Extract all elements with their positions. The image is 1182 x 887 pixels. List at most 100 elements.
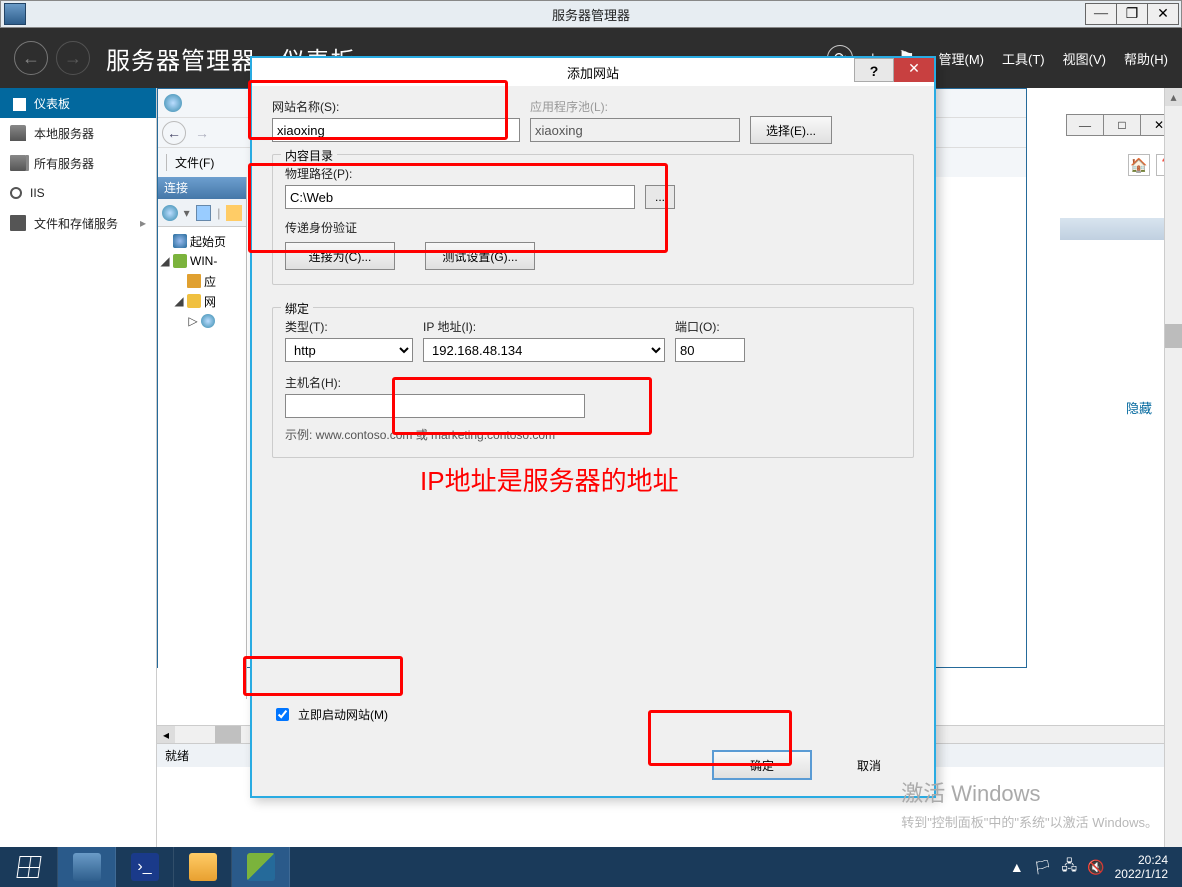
menu-tools[interactable]: 工具(T): [1002, 49, 1045, 68]
sidebar-item-label: 仪表板: [34, 95, 70, 112]
inner-max-button[interactable]: □: [1103, 115, 1140, 135]
sidebar-item-iis[interactable]: IIS: [0, 178, 156, 208]
add-website-dialog: 添加网站 ? ✕ 网站名称(S): 应用程序池(L): 选择(E)..: [250, 56, 936, 798]
connections-tree: 起始页 ◢WIN- 应 ◢网 ▷: [158, 227, 246, 335]
collapse-icon[interactable]: ◢: [160, 254, 170, 268]
taskbar-iis-manager[interactable]: [232, 847, 290, 887]
scrollbar-thumb[interactable]: [1165, 324, 1182, 348]
type-label: 类型(T):: [285, 318, 413, 335]
explorer-icon: [189, 853, 217, 881]
scroll-left-button[interactable]: ◂: [157, 726, 175, 743]
browse-button[interactable]: ...: [645, 185, 675, 209]
inner-min-button[interactable]: —: [1067, 115, 1103, 135]
taskbar-explorer[interactable]: [174, 847, 232, 887]
tray-action-icon[interactable]: 🏳: [1034, 859, 1052, 876]
sidebar-item-file-storage[interactable]: 文件和存储服务▸: [0, 208, 156, 238]
expand-icon[interactable]: ▷: [188, 314, 198, 328]
dialog-close-button[interactable]: ✕: [894, 58, 934, 82]
menu-manage[interactable]: 管理(M): [939, 49, 985, 68]
menu-help[interactable]: 帮助(H): [1124, 49, 1168, 68]
folder-icon[interactable]: [226, 205, 242, 221]
file-storage-icon: [10, 215, 26, 231]
iis-icon: [10, 187, 22, 199]
server-manager-icon: [4, 3, 26, 25]
binding-group: 绑定 类型(T): http IP 地址(I): 192.168.48.134 …: [272, 307, 914, 458]
test-settings-button[interactable]: 测试设置(G)...: [425, 242, 535, 270]
server-manager-icon: [73, 853, 101, 881]
iis-back-button[interactable]: ←: [162, 121, 186, 145]
binding-label: 绑定: [281, 300, 313, 317]
physical-path-input[interactable]: [285, 185, 635, 209]
port-input[interactable]: [675, 338, 745, 362]
globe-icon[interactable]: [162, 205, 178, 221]
taskbar-server-manager[interactable]: [58, 847, 116, 887]
local-server-icon: [10, 125, 26, 141]
sidebar-item-label: IIS: [30, 186, 45, 200]
windows-logo-icon: [16, 856, 41, 878]
sidebar-item-dashboard[interactable]: 仪表板: [0, 88, 156, 118]
ok-button[interactable]: 确定: [712, 750, 812, 780]
cancel-button[interactable]: 取消: [824, 750, 914, 780]
all-servers-icon: [10, 155, 26, 171]
actions-pane-header: [1060, 218, 1180, 240]
host-name-input[interactable]: [285, 394, 585, 418]
minimize-button[interactable]: —: [1085, 3, 1117, 25]
app-pool-icon: [187, 274, 201, 288]
dropdown-icon[interactable]: ▾: [184, 206, 190, 220]
scrollbar-thumb[interactable]: [215, 726, 241, 743]
iis-manager-icon: [247, 853, 275, 881]
content-directory-group: 内容目录 物理路径(P): ... 传递身份验证 连接为(C)... 测试设置(…: [272, 154, 914, 285]
file-menu[interactable]: 文件(F): [166, 154, 214, 171]
collapse-icon[interactable]: ◢: [174, 294, 184, 308]
main-vertical-scrollbar[interactable]: ▴ ▾: [1164, 88, 1182, 886]
tree-app-pools[interactable]: 应: [160, 271, 244, 291]
hide-link[interactable]: 隐藏: [1126, 398, 1152, 417]
connect-as-button[interactable]: 连接为(C)...: [285, 242, 395, 270]
inner-window-controls: — □ ✕: [1066, 114, 1178, 136]
chevron-right-icon: ▸: [140, 216, 146, 230]
port-label: 端口(O):: [675, 318, 745, 335]
sidebar-item-local-server[interactable]: 本地服务器: [0, 118, 156, 148]
ip-address-select[interactable]: 192.168.48.134: [423, 338, 665, 362]
connections-header: 连接: [158, 177, 246, 199]
sidebar-item-label: 本地服务器: [34, 125, 94, 142]
maximize-button[interactable]: ❐: [1116, 3, 1148, 25]
home-icon[interactable]: 🏠: [1128, 154, 1150, 176]
tray-flag-icon[interactable]: ▲: [1010, 859, 1024, 875]
connections-panel: 连接 ▾ | 起始页 ◢WIN- 应 ◢网 ▷: [158, 177, 247, 699]
tree-site-item[interactable]: ▷: [160, 311, 244, 331]
scroll-up-button[interactable]: ▴: [1165, 88, 1182, 106]
dialog-title: 添加网站: [567, 63, 619, 82]
tree-start-page[interactable]: 起始页: [160, 231, 244, 251]
sidebar: 仪表板 本地服务器 所有服务器 IIS 文件和存储服务▸: [0, 88, 157, 886]
iis-forward-button: →: [190, 121, 214, 145]
server-node-icon: [173, 254, 187, 268]
separator: |: [217, 206, 220, 220]
nav-back-button[interactable]: ←: [14, 41, 48, 75]
tree-server[interactable]: ◢WIN-: [160, 251, 244, 271]
tray-network-icon[interactable]: 🖧: [1062, 855, 1078, 879]
start-button[interactable]: [0, 847, 58, 887]
select-app-pool-button[interactable]: 选择(E)...: [750, 116, 832, 144]
taskbar-powershell[interactable]: ›_: [116, 847, 174, 887]
site-name-input[interactable]: [272, 118, 520, 142]
type-select[interactable]: http: [285, 338, 413, 362]
sidebar-item-all-servers[interactable]: 所有服务器: [0, 148, 156, 178]
dialog-titlebar[interactable]: 添加网站 ? ✕: [252, 58, 934, 86]
dialog-help-button[interactable]: ?: [854, 58, 894, 82]
app-pool-input: [530, 118, 740, 142]
clock-time: 20:24: [1115, 853, 1168, 867]
menu-view[interactable]: 视图(V): [1063, 49, 1106, 68]
close-button[interactable]: ✕: [1147, 3, 1179, 25]
ip-address-label: IP 地址(I):: [423, 318, 665, 335]
start-now-row[interactable]: 立即启动网站(M): [272, 705, 388, 724]
sites-icon: [187, 294, 201, 308]
tray-volume-icon[interactable]: 🔇: [1087, 859, 1104, 876]
save-icon[interactable]: [196, 205, 212, 221]
clock[interactable]: 20:24 2022/1/12: [1115, 853, 1168, 881]
tree-sites[interactable]: ◢网: [160, 291, 244, 311]
content-directory-label: 内容目录: [281, 147, 337, 164]
main-content: ← → 文件(F) 连接 ▾ | 起始页: [157, 88, 1182, 886]
host-name-label: 主机名(H):: [285, 374, 901, 391]
start-now-checkbox[interactable]: [276, 708, 289, 721]
